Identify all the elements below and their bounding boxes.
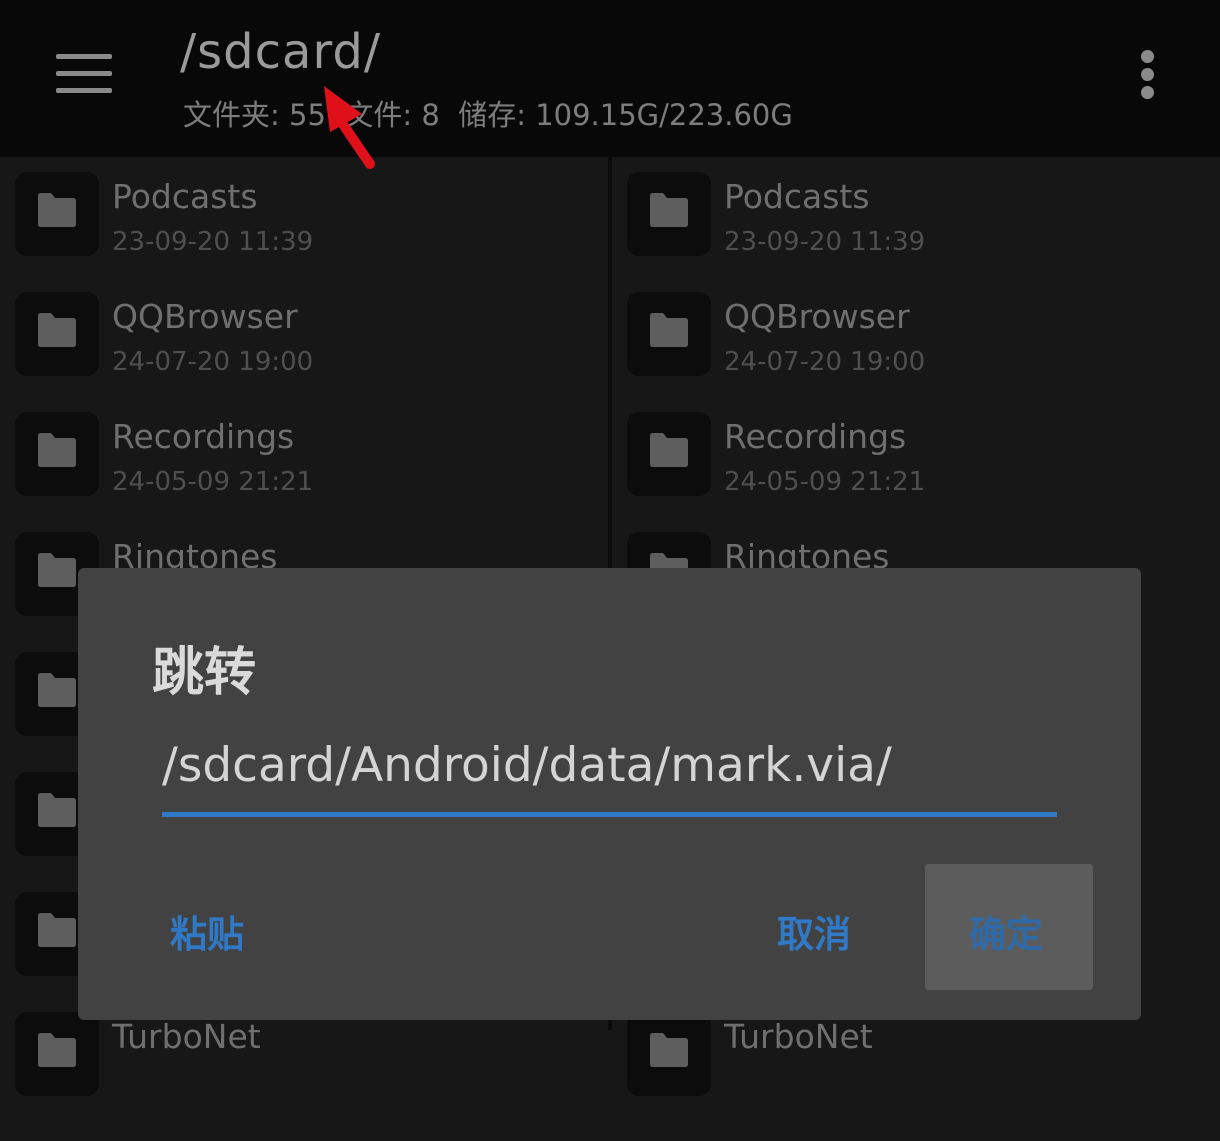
- ok-button[interactable]: 确定: [925, 864, 1093, 990]
- goto-dialog: 跳转 /sdcard/Android/data/mark.via/ 粘贴 取消 …: [78, 568, 1141, 1020]
- paste-button[interactable]: 粘贴: [170, 904, 244, 958]
- cancel-button[interactable]: 取消: [777, 904, 851, 958]
- file-list-item[interactable]: TurboNet: [612, 1012, 1212, 1141]
- path-input[interactable]: /sdcard/Android/data/mark.via/: [162, 738, 1057, 817]
- file-list-item[interactable]: TurboNet: [0, 1012, 600, 1141]
- dialog-title: 跳转: [152, 643, 257, 703]
- ok-button-label: 确定: [969, 913, 1043, 956]
